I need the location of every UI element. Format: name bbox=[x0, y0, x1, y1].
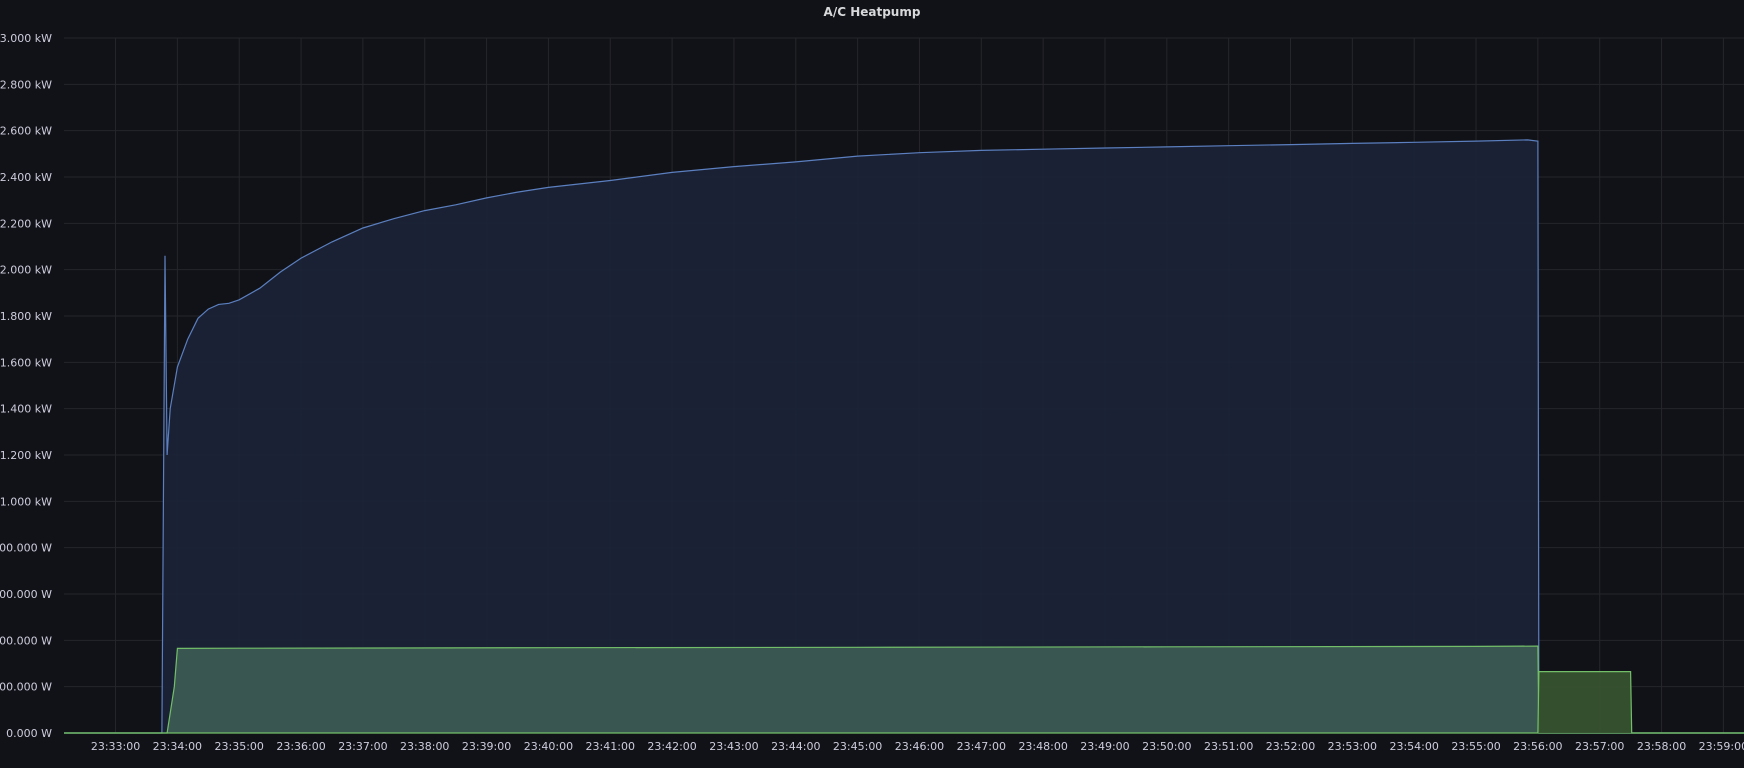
x-tick-label: 23:53:00 bbox=[1328, 740, 1377, 753]
x-tick-label: 23:57:00 bbox=[1575, 740, 1624, 753]
x-tick-label: 23:39:00 bbox=[462, 740, 511, 753]
x-tick-label: 23:38:00 bbox=[400, 740, 449, 753]
x-tick-label: 23:37:00 bbox=[338, 740, 387, 753]
series-total-power bbox=[64, 139, 1744, 734]
x-tick-label: 23:56:00 bbox=[1513, 740, 1562, 753]
y-tick-label: 0.000 W bbox=[6, 727, 52, 740]
y-axis: 0.000 W 200.000 W 400.000 W 600.000 W 800.00… bbox=[0, 32, 52, 740]
x-tick-label: 23:59:00 bbox=[1699, 740, 1744, 753]
y-tick-label: 1.800 kW bbox=[0, 310, 52, 323]
y-tick-label: 2.800 kW bbox=[0, 78, 52, 91]
y-tick-label: 2.200 kW bbox=[0, 217, 52, 230]
chart-panel: A/C Heatpump 0.000 W200.000 W400.000 W60… bbox=[0, 0, 1744, 768]
x-tick-label: 23:45:00 bbox=[833, 740, 882, 753]
timeseries-chart[interactable]: 0.000 W 200.000 W 400.000 W 600.000 W 800.00… bbox=[0, 0, 1744, 768]
y-tick-label: 800.000 W bbox=[0, 542, 52, 555]
series-total-power-fill bbox=[64, 139, 1744, 733]
y-tick-label: 3.000 kW bbox=[0, 32, 52, 45]
x-tick-label: 23:48:00 bbox=[1018, 740, 1067, 753]
y-tick-label: 1.200 kW bbox=[0, 449, 52, 462]
y-tick-label: 2.600 kW bbox=[0, 125, 52, 138]
x-tick-label: 23:41:00 bbox=[586, 740, 635, 753]
y-tick-label: 400.000 W bbox=[0, 634, 52, 647]
x-tick-label: 23:46:00 bbox=[895, 740, 944, 753]
y-tick-label: 1.400 kW bbox=[0, 403, 52, 416]
y-tick-label: 1.600 kW bbox=[0, 356, 52, 369]
y-tick-label: 2.400 kW bbox=[0, 171, 52, 184]
x-tick-label: 23:42:00 bbox=[647, 740, 696, 753]
x-tick-label: 23:58:00 bbox=[1637, 740, 1686, 753]
x-tick-label: 23:33:00 bbox=[91, 740, 140, 753]
y-tick-label: 200.000 W bbox=[0, 681, 52, 694]
series-compressor-power bbox=[64, 645, 1744, 734]
y-tick-label: 2.000 kW bbox=[0, 264, 52, 277]
x-tick-label: 23:40:00 bbox=[524, 740, 573, 753]
x-tick-label: 23:34:00 bbox=[153, 740, 202, 753]
x-tick-label: 23:52:00 bbox=[1266, 740, 1315, 753]
y-tick-label: 600.000 W bbox=[0, 588, 52, 601]
x-axis: 23:33:00 23:34:00 23:35:00 23:36:00 23:37:00… bbox=[91, 740, 1744, 753]
x-tick-label: 23:47:00 bbox=[957, 740, 1006, 753]
x-tick-label: 23:49:00 bbox=[1080, 740, 1129, 753]
x-tick-label: 23:54:00 bbox=[1389, 740, 1438, 753]
x-tick-label: 23:35:00 bbox=[215, 740, 264, 753]
y-tick-label: 1.000 kW bbox=[0, 495, 52, 508]
series-compressor-power-fill bbox=[64, 646, 1744, 733]
x-tick-label: 23:36:00 bbox=[276, 740, 325, 753]
x-tick-label: 23:51:00 bbox=[1204, 740, 1253, 753]
x-tick-label: 23:50:00 bbox=[1142, 740, 1191, 753]
x-tick-label: 23:43:00 bbox=[709, 740, 758, 753]
x-tick-label: 23:44:00 bbox=[771, 740, 820, 753]
series-areas bbox=[64, 139, 1744, 734]
x-tick-label: 23:55:00 bbox=[1451, 740, 1500, 753]
